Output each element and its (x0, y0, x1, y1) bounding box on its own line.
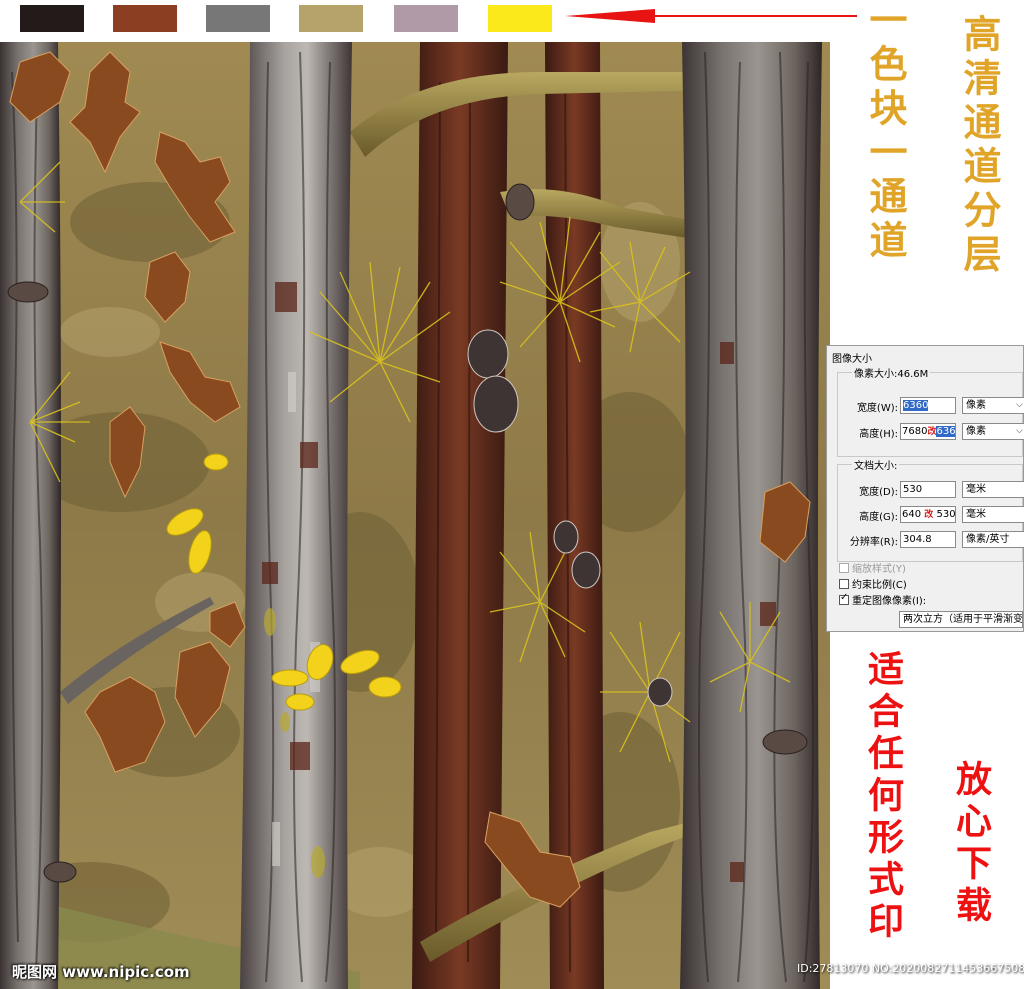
height-input[interactable]: 7680改6360 (900, 423, 956, 440)
chevron-down-icon: ⌵ (1016, 426, 1023, 436)
image-id-watermark: ID:27813070 NO:20200827114536675084 (797, 962, 1024, 975)
swatch-rust-brown (113, 5, 177, 32)
doc-height-unit-value: 毫米 (966, 509, 986, 520)
swatch-dark-brown (20, 5, 84, 32)
resolution-value: 304.8 (903, 534, 932, 545)
resolution-unit-select[interactable]: 像素/英寸 (962, 531, 1024, 548)
swatch-gray (206, 5, 270, 32)
height-value-new: 6360 (936, 426, 955, 437)
chevron-down-icon: ⌵ (1016, 400, 1023, 410)
checkbox-box (839, 578, 849, 589)
doc-height-label: 高度(G): (859, 512, 898, 523)
download-with-confidence-text: 放心下载 (950, 760, 992, 928)
pixel-size-label: 像素大小:46.6M (852, 365, 931, 380)
left-arrow-icon (565, 9, 857, 23)
constrain-proportions-checkbox[interactable]: 约束比例(C) (839, 576, 907, 591)
doc-height-value-new: 530 (936, 509, 956, 520)
one-color-one-channel-text: 一色块一通道 (863, 0, 908, 264)
suitable-for-any-print-text: 适合任何形式印 (862, 650, 904, 944)
doc-height-input[interactable]: 640 改 530 (900, 506, 956, 523)
height-value-old: 7680 (902, 426, 928, 437)
scale-styles-checkbox[interactable]: 缩放样式(Y) (839, 560, 906, 575)
height-label: 高度(H): (859, 429, 898, 440)
doc-width-unit-select[interactable]: 毫米 (962, 481, 1024, 498)
resample-label: 重定图像像素(I): (852, 596, 927, 607)
doc-width-label: 宽度(D): (859, 487, 898, 498)
height-unit-value: 像素 (966, 426, 986, 437)
resample-method-select[interactable]: 两次立方（适用于平滑渐变 (899, 611, 1023, 628)
doc-height-value-old: 640 (902, 509, 922, 520)
pixel-dimensions-section: 像素大小:46.6M 宽度(W): 6360 像素 ⌵ 高度(H): 7680改6… (837, 365, 1024, 457)
doc-height-unit-select[interactable]: 毫米 (962, 506, 1024, 523)
width-unit-value: 像素 (966, 400, 986, 411)
resample-image-checkbox[interactable]: 重定图像像素(I): (839, 592, 926, 607)
document-size-label: 文档大小: (852, 457, 900, 472)
resolution-unit-value: 像素/英寸 (966, 534, 1010, 545)
width-unit-select[interactable]: 像素 ⌵ (962, 397, 1024, 414)
constrain-label: 约束比例(C) (852, 580, 907, 591)
doc-width-unit-value: 毫米 (966, 484, 986, 495)
scale-styles-label: 缩放样式(Y) (852, 564, 906, 575)
dialog-title: 图像大小 (832, 354, 872, 365)
swatch-mauve (394, 5, 458, 32)
document-size-section: 文档大小: 宽度(D): 530 毫米 高度(G): 640 改 530 毫米 … (837, 457, 1024, 562)
checkbox-checked-box (839, 592, 849, 605)
resolution-label: 分辨率(R): (849, 537, 898, 548)
doc-width-value: 530 (903, 484, 923, 495)
width-value: 6360 (903, 400, 929, 411)
swatch-khaki (299, 5, 363, 32)
resample-method-value: 两次立方（适用于平滑渐变 (903, 614, 1023, 625)
width-label: 宽度(W): (856, 403, 898, 414)
resolution-input[interactable]: 304.8 (900, 531, 956, 548)
image-size-dialog: 图像大小 像素大小:46.6M 宽度(W): 6360 像素 ⌵ 高度(H): 7… (826, 345, 1024, 632)
site-url: www.nipic.com (62, 963, 190, 981)
width-input[interactable]: 6360 (900, 397, 956, 414)
forest-camo-artwork (0, 42, 830, 989)
hd-channel-layers-text: 高清通道分层 (957, 14, 1002, 278)
site-name: 昵图网 (12, 963, 58, 981)
swatch-yellow (488, 5, 552, 32)
site-watermark: 昵图网 www.nipic.com (12, 961, 190, 982)
doc-height-edit-mark: 改 (924, 510, 934, 520)
height-unit-select[interactable]: 像素 ⌵ (962, 423, 1024, 440)
doc-width-input[interactable]: 530 (900, 481, 956, 498)
checkbox-box (839, 562, 849, 573)
